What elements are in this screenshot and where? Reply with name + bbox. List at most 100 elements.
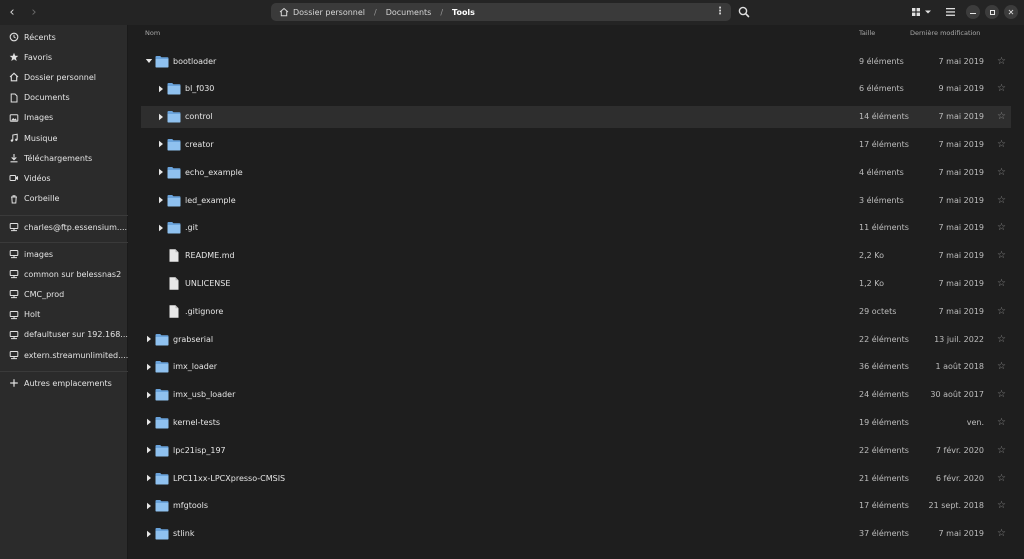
sidebar-item-corbeille[interactable]: Corbeille bbox=[0, 190, 128, 208]
star-toggle-icon[interactable]: ☆ bbox=[997, 139, 1006, 150]
folder-row[interactable]: imx_loader 36 éléments 1 août 2018 ☆ bbox=[141, 356, 1011, 378]
breadcrumb-documents[interactable]: Documents bbox=[386, 8, 432, 17]
sidebar-item-label: Téléchargements bbox=[24, 153, 93, 163]
view-options-button[interactable] bbox=[911, 5, 939, 19]
expander-expanded-icon[interactable] bbox=[145, 57, 153, 65]
row-name: grabserial bbox=[173, 334, 214, 344]
file-icon bbox=[167, 277, 181, 290]
column-header-modified[interactable]: Dernière modification bbox=[910, 29, 980, 37]
star-toggle-icon[interactable]: ☆ bbox=[997, 417, 1006, 428]
file-row[interactable]: .gitignore 29 octets 7 mai 2019 ☆ bbox=[141, 300, 1011, 322]
star-toggle-icon[interactable]: ☆ bbox=[997, 361, 1006, 372]
column-header-name[interactable]: Nom bbox=[145, 29, 160, 37]
sidebar-item-extern-streamunlimited[interactable]: extern.streamunlimited.... bbox=[0, 346, 128, 364]
sidebar-item-vid-os[interactable]: Vidéos bbox=[0, 169, 128, 187]
sidebar-item-documents[interactable]: Documents bbox=[0, 89, 128, 107]
sidebar-item-defaultuser-sur-192-168[interactable]: defaultuser sur 192.168.... bbox=[0, 326, 128, 344]
star-toggle-icon[interactable]: ☆ bbox=[997, 500, 1006, 511]
row-name: imx_loader bbox=[173, 362, 218, 372]
folder-row[interactable]: imx_usb_loader 24 éléments 30 août 2017 ☆ bbox=[141, 384, 1011, 406]
minimize-button[interactable] bbox=[966, 5, 980, 19]
close-button[interactable]: ✕ bbox=[1004, 5, 1018, 19]
folder-icon bbox=[155, 472, 169, 485]
folder-row[interactable]: stlink 37 éléments 7 mai 2019 ☆ bbox=[141, 523, 1011, 545]
star-toggle-icon[interactable]: ☆ bbox=[997, 167, 1006, 178]
star-toggle-icon[interactable]: ☆ bbox=[997, 528, 1006, 539]
forward-button[interactable]: › bbox=[26, 4, 42, 20]
sidebar-item-t-l-chargements[interactable]: Téléchargements bbox=[0, 149, 128, 167]
expander-collapsed-icon[interactable] bbox=[157, 196, 165, 204]
expander-collapsed-icon[interactable] bbox=[145, 391, 153, 399]
folder-row[interactable]: grabserial 22 éléments 13 juil. 2022 ☆ bbox=[141, 328, 1011, 350]
expander-collapsed-icon[interactable] bbox=[157, 113, 165, 121]
star-toggle-icon[interactable]: ☆ bbox=[997, 56, 1006, 67]
row-date: 30 août 2017 bbox=[930, 390, 984, 400]
file-icon bbox=[167, 249, 181, 262]
sidebar-item-autres-emplacements[interactable]: Autres emplacements bbox=[0, 374, 128, 392]
back-button[interactable]: ‹ bbox=[4, 4, 20, 20]
column-header-size[interactable]: Taille bbox=[859, 29, 875, 37]
sidebar-item-musique[interactable]: Musique bbox=[0, 129, 128, 147]
expander-collapsed-icon[interactable] bbox=[145, 335, 153, 343]
star-toggle-icon[interactable]: ☆ bbox=[997, 445, 1006, 456]
folder-icon bbox=[167, 166, 181, 179]
star-toggle-icon[interactable]: ☆ bbox=[997, 278, 1006, 289]
header-bar: ‹ › Dossier personnel / Documents / Tool… bbox=[0, 0, 1024, 25]
star-toggle-icon[interactable]: ☆ bbox=[997, 473, 1006, 484]
sidebar-item-favoris[interactable]: Favoris bbox=[0, 48, 128, 66]
file-row[interactable]: README.md 2,2 Ko 7 mai 2019 ☆ bbox=[141, 245, 1011, 267]
row-date: 7 mai 2019 bbox=[938, 195, 984, 205]
expander-collapsed-icon[interactable] bbox=[157, 140, 165, 148]
folder-row[interactable]: echo_example 4 éléments 7 mai 2019 ☆ bbox=[141, 161, 1011, 183]
sidebar-item-holt[interactable]: Holt bbox=[0, 306, 128, 324]
folder-row[interactable]: bootloader 9 éléments 7 mai 2019 ☆ bbox=[141, 50, 1011, 72]
star-toggle-icon[interactable]: ☆ bbox=[997, 389, 1006, 400]
expander-collapsed-icon[interactable] bbox=[145, 363, 153, 371]
main-menu-button[interactable] bbox=[945, 5, 957, 19]
sidebar-item-label: Images bbox=[24, 113, 54, 123]
sidebar-item-images[interactable]: images bbox=[0, 245, 128, 263]
star-toggle-icon[interactable]: ☆ bbox=[997, 83, 1006, 94]
folder-row[interactable]: bl_f030 6 éléments 9 mai 2019 ☆ bbox=[141, 78, 1011, 100]
sidebar-item-charles-ftp-essensium[interactable]: charles@ftp.essensium.... bbox=[0, 218, 128, 236]
folder-row[interactable]: kernel-tests 19 éléments ven. ☆ bbox=[141, 411, 1011, 433]
expander-collapsed-icon[interactable] bbox=[145, 502, 153, 510]
breadcrumb-tools[interactable]: Tools bbox=[452, 8, 475, 17]
expander-collapsed-icon[interactable] bbox=[145, 446, 153, 454]
star-toggle-icon[interactable]: ☆ bbox=[997, 222, 1006, 233]
sidebar-item-dossier-personnel[interactable]: Dossier personnel bbox=[0, 68, 128, 86]
network-drive-icon bbox=[9, 249, 19, 259]
star-toggle-icon[interactable]: ☆ bbox=[997, 195, 1006, 206]
kebab-menu-icon: ⋮ bbox=[715, 6, 725, 17]
star-toggle-icon[interactable]: ☆ bbox=[997, 306, 1006, 317]
expander-collapsed-icon[interactable] bbox=[157, 85, 165, 93]
folder-row[interactable]: creator 17 éléments 7 mai 2019 ☆ bbox=[141, 133, 1011, 155]
maximize-button[interactable] bbox=[985, 5, 999, 19]
video-icon bbox=[9, 173, 19, 183]
expander-collapsed-icon[interactable] bbox=[157, 224, 165, 232]
expander-collapsed-icon[interactable] bbox=[145, 530, 153, 538]
folder-row[interactable]: control 14 éléments 7 mai 2019 ☆ bbox=[141, 105, 1011, 128]
file-row[interactable]: UNLICENSE 1,2 Ko 7 mai 2019 ☆ bbox=[141, 272, 1011, 294]
folder-row[interactable]: .git 11 éléments 7 mai 2019 ☆ bbox=[141, 217, 1011, 239]
sidebar-item-cmc-prod[interactable]: CMC_prod bbox=[0, 285, 128, 303]
folder-row[interactable]: mfgtools 17 éléments 21 sept. 2018 ☆ bbox=[141, 495, 1011, 517]
expander-collapsed-icon[interactable] bbox=[145, 474, 153, 482]
folder-icon bbox=[155, 360, 169, 373]
sidebar-item-common-sur-belessnas2[interactable]: common sur belessnas2 bbox=[0, 265, 128, 283]
folder-row[interactable]: LPC11xx-LPCXpresso-CMSIS 21 éléments 6 fév… bbox=[141, 467, 1011, 489]
star-toggle-icon[interactable]: ☆ bbox=[997, 111, 1006, 122]
star-toggle-icon[interactable]: ☆ bbox=[997, 334, 1006, 345]
star-toggle-icon[interactable]: ☆ bbox=[997, 250, 1006, 261]
expander-collapsed-icon[interactable] bbox=[145, 418, 153, 426]
chevron-left-icon: ‹ bbox=[9, 4, 15, 20]
path-menu-button[interactable]: ⋮ bbox=[715, 6, 725, 17]
folder-row[interactable]: lpc21isp_197 22 éléments 7 févr. 2020 ☆ bbox=[141, 439, 1011, 461]
folder-row[interactable]: led_example 3 éléments 7 mai 2019 ☆ bbox=[141, 189, 1011, 211]
row-date: 7 mai 2019 bbox=[938, 56, 984, 66]
expander-collapsed-icon[interactable] bbox=[157, 168, 165, 176]
sidebar-item-r-cents[interactable]: Récents bbox=[0, 28, 128, 46]
search-button[interactable] bbox=[737, 5, 751, 19]
sidebar-item-images[interactable]: Images bbox=[0, 109, 128, 127]
breadcrumb-home[interactable]: Dossier personnel bbox=[279, 7, 365, 17]
